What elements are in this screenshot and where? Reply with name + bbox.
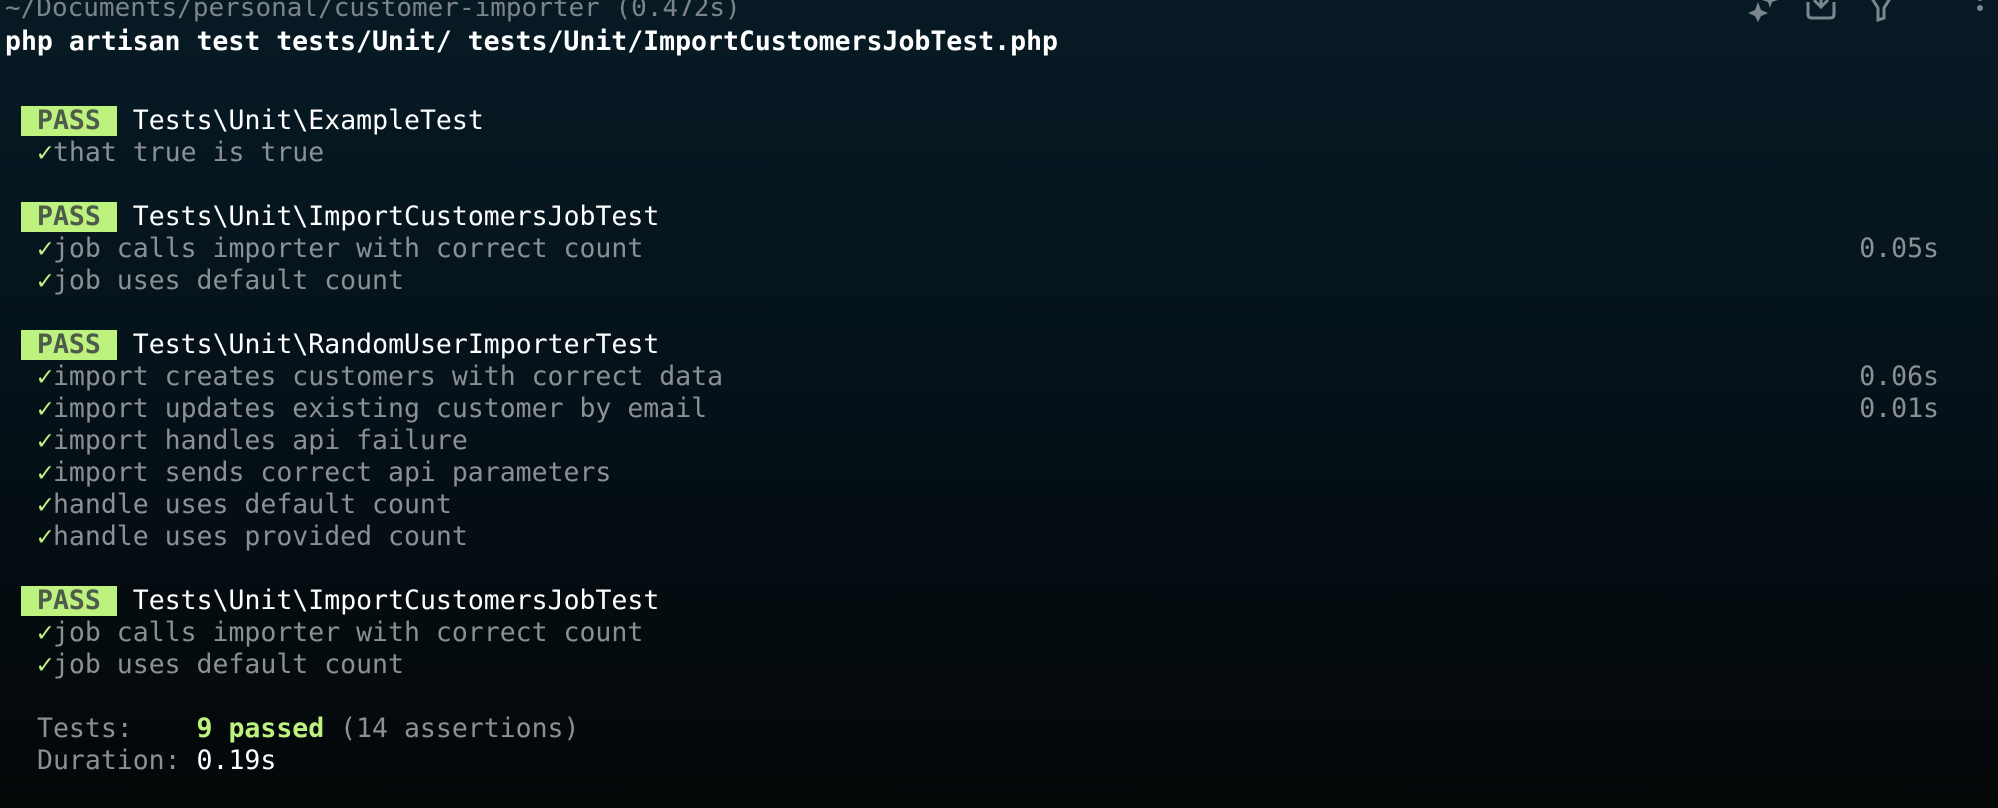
pass-badge: PASS [21,106,117,136]
check-icon: ✓ [37,265,53,296]
test-label: import creates customers with correct da… [52,361,724,392]
test-row: ✓job uses default count [37,649,1998,681]
test-label: job uses default count [52,265,404,296]
download-icon[interactable] [1804,0,1838,22]
suite-header: PASS Tests\Unit\ImportCustomersJobTest [21,201,659,233]
test-label: import updates existing customer by emai… [52,393,708,424]
pass-badge: PASS [21,330,117,360]
check-icon: ✓ [37,233,53,264]
summary-tests: Tests: 9 passed (14 assertions) [37,713,579,745]
test-time: 0.06s [1859,361,1939,392]
test-label: job calls importer with correct count [52,617,644,648]
test-label: import handles api failure [52,425,468,456]
test-label: job uses default count [52,649,404,680]
check-icon: ✓ [37,489,53,520]
test-row: ✓import sends correct api parameters [37,457,1998,489]
test-label: that true is true [52,137,325,168]
check-icon: ✓ [37,393,53,424]
passed-count: 9 passed [196,713,325,744]
check-icon: ✓ [37,457,53,488]
duration-value: 0.19s [196,745,277,776]
test-row: ✓import handles api failure [37,425,1998,457]
duration-label: Duration: [37,745,197,776]
test-row: ✓handle uses default count [37,489,1998,521]
suite-name: Tests\Unit\ExampleTest [132,105,484,136]
test-row: ✓job calls importer with correct count [37,617,1998,649]
test-label: job calls importer with correct count [52,233,644,264]
check-icon: ✓ [37,521,53,552]
command-line: php artisan test tests/Unit/ tests/Unit/… [5,26,1058,57]
suite-name: Tests\Unit\ImportCustomersJobTest [132,585,660,616]
test-label: handle uses provided count [52,521,468,552]
check-icon: ✓ [37,617,53,648]
suite-name: Tests\Unit\RandomUserImporterTest [132,329,660,360]
tests-label: Tests: [37,713,197,744]
suite-header: PASS Tests\Unit\RandomUserImporterTest [21,329,659,361]
check-icon: ✓ [37,649,53,680]
suite-name: Tests\Unit\ImportCustomersJobTest [132,201,660,232]
suite-header: PASS Tests\Unit\ExampleTest [21,105,484,137]
test-time: 0.01s [1859,393,1939,424]
test-row: ✓handle uses provided count [37,521,1998,553]
check-icon: ✓ [37,425,53,456]
check-icon: ✓ [37,361,53,392]
test-row: ✓job calls importer with correct count 0.… [37,233,1998,265]
sparkle-icon[interactable] [1748,0,1780,22]
filter-icon[interactable] [1866,0,1896,22]
test-time: 0.05s [1859,233,1939,264]
terminal-path: ~/Documents/personal/customer-importer (… [5,0,741,23]
test-row: ✓job uses default count [37,265,1998,297]
suite-header: PASS Tests\Unit\ImportCustomersJobTest [21,585,659,617]
test-row: ✓import creates customers with correct d… [37,361,1998,393]
summary-duration: Duration: 0.19s [37,745,276,777]
pass-badge: PASS [21,586,117,616]
assertions-count: (14 assertions) [324,713,580,744]
test-label: import sends correct api parameters [52,457,612,488]
pass-badge: PASS [21,202,117,232]
test-row: ✓import updates existing customer by ema… [37,393,1998,425]
test-label: handle uses default count [52,489,452,520]
toolbar [1738,0,1998,22]
more-vertical-icon[interactable] [1974,0,1986,22]
check-icon: ✓ [37,137,53,168]
test-row: ✓that true is true [37,137,1998,169]
